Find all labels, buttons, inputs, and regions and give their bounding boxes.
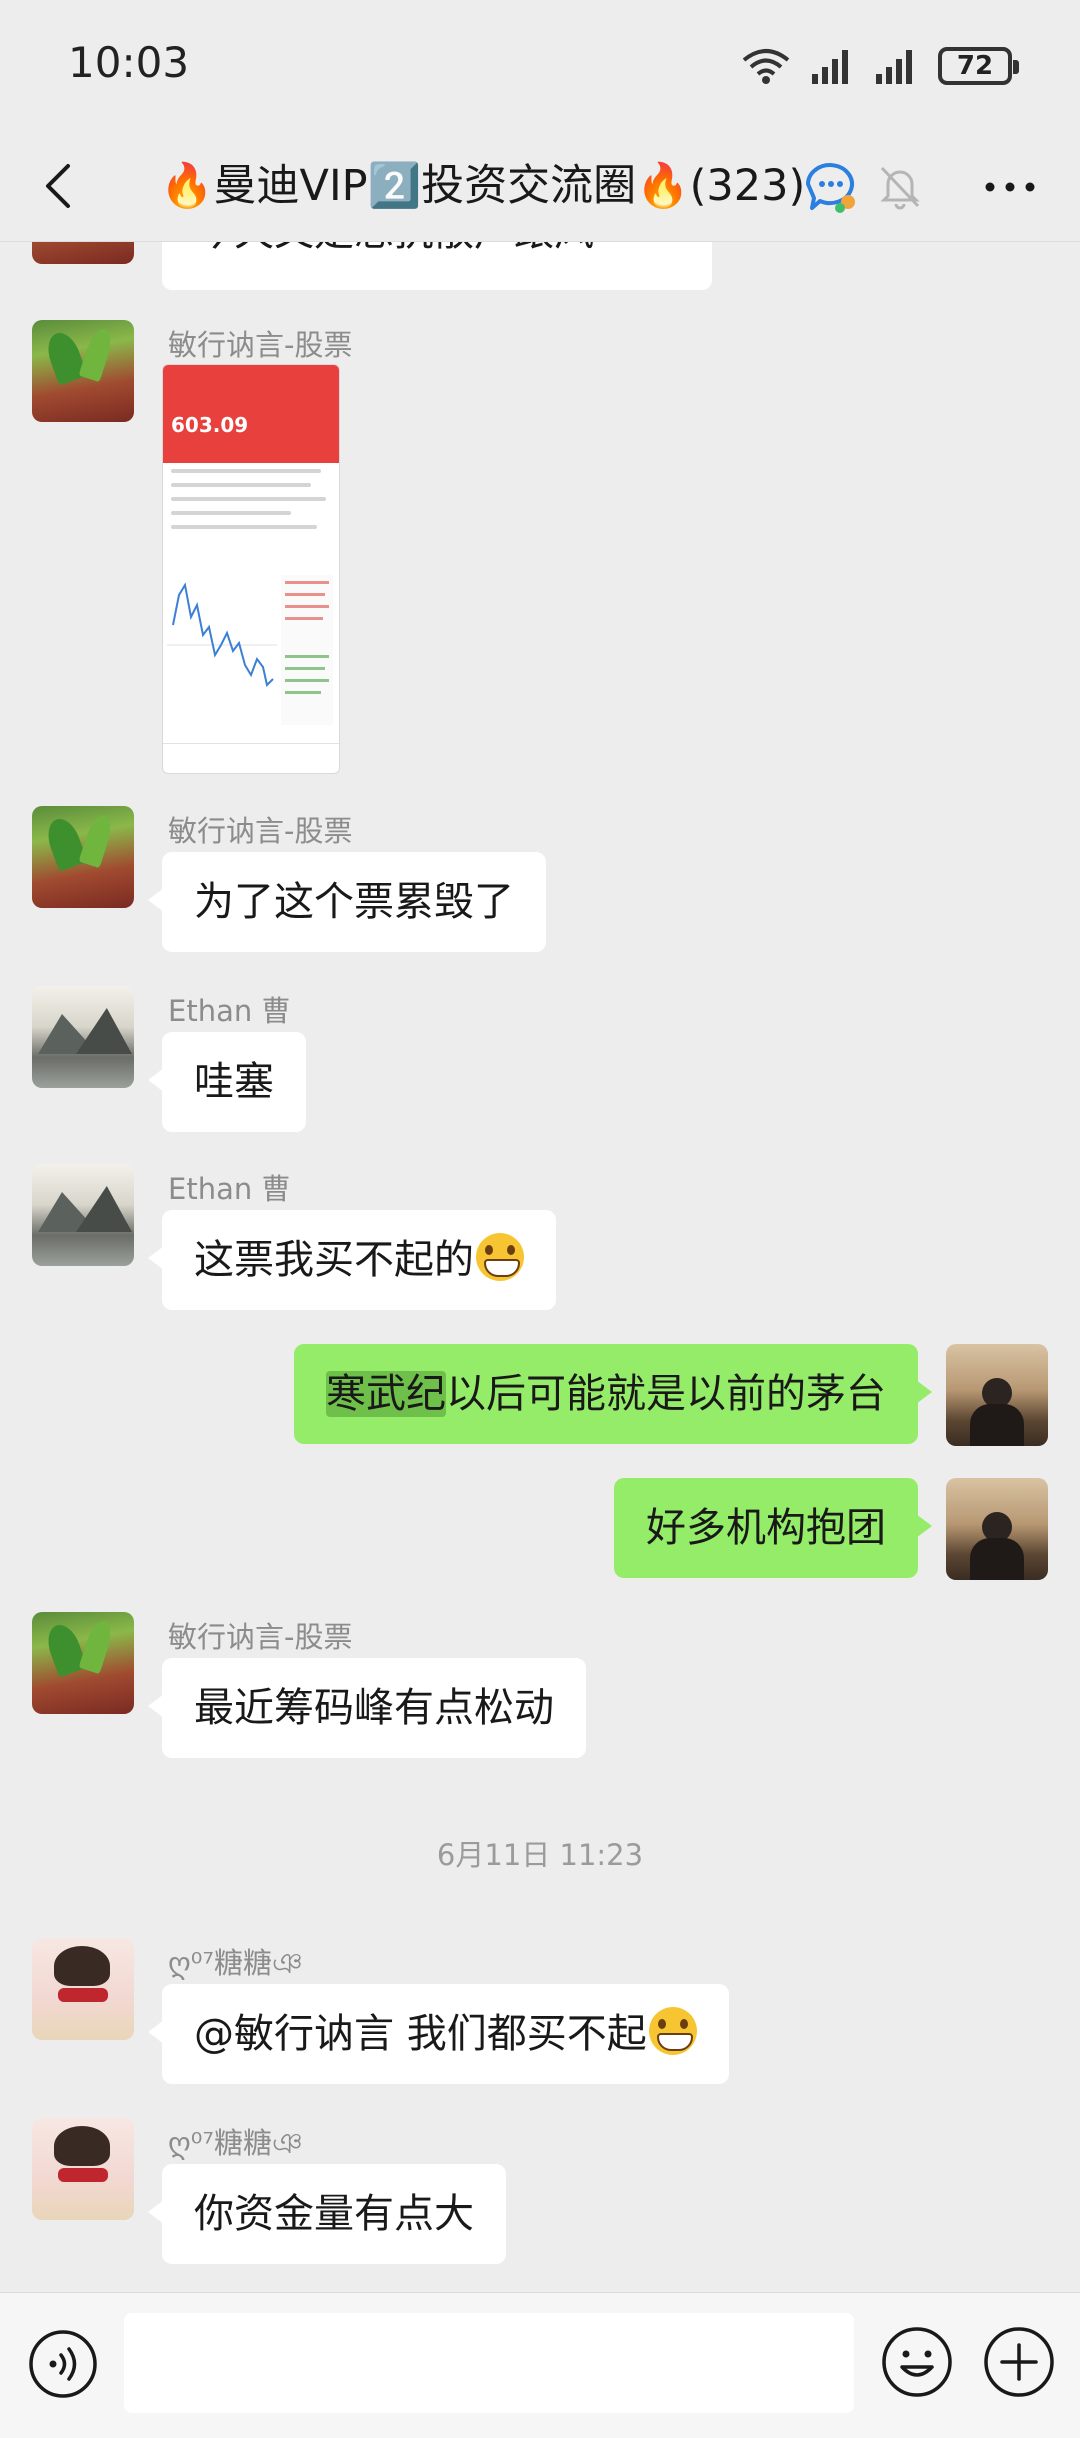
message-text: 今天又是想抗散户跟风 bbox=[194, 242, 594, 255]
avatar-self[interactable] bbox=[946, 1344, 1048, 1446]
sender-name: 敏行讷言-股票 bbox=[168, 814, 353, 848]
stock-chart bbox=[167, 575, 333, 725]
avatar[interactable] bbox=[32, 1612, 134, 1714]
message-bubble-self[interactable]: 寒武纪以后可能就是以前的茅台 bbox=[294, 1344, 932, 1444]
avatar[interactable] bbox=[32, 986, 134, 1088]
message-text: @敏行讷言 我们都买不起 bbox=[194, 2011, 647, 2057]
grin-emoji-icon bbox=[648, 2007, 697, 2055]
message-bubble[interactable]: 为了这个票累毁了 bbox=[148, 852, 546, 952]
wifi-icon bbox=[742, 49, 790, 84]
sender-name: 敏行讷言-股票 bbox=[168, 328, 353, 362]
message-list[interactable]: 今天又是想抗散户跟风 敏行讷言-股票 603.09 敏行讷言-股票 为了这个票累… bbox=[0, 242, 1080, 2292]
sender-name: Ethan 曹 bbox=[168, 1172, 291, 1206]
stock-header: 603.09 bbox=[163, 365, 339, 463]
avatar[interactable] bbox=[32, 2118, 134, 2220]
stock-price: 603.09 bbox=[171, 413, 249, 437]
sender-name: ღ⁰⁷糖糖ঞ bbox=[168, 2126, 303, 2160]
status-time: 10:03 bbox=[68, 38, 190, 87]
message-bubble[interactable]: 最近筹码峰有点松动 bbox=[148, 1658, 586, 1758]
highlighted-text[interactable]: 寒武纪 bbox=[326, 1371, 446, 1417]
mute-bell-icon bbox=[880, 166, 920, 210]
emoji-icon[interactable] bbox=[880, 2325, 954, 2399]
message-text: 以后可能就是以前的茅台 bbox=[446, 1371, 886, 1417]
chat-header: 🔥曼迪VIP2️⃣投资交流圈🔥(323) bbox=[0, 130, 1080, 242]
message-text: 你资金量有点大 bbox=[194, 2191, 474, 2237]
message-bubble-self[interactable]: 好多机构抱团 bbox=[614, 1478, 932, 1578]
sender-name: ღ⁰⁷糖糖ঞ bbox=[168, 1946, 303, 1980]
group-chat-icon[interactable] bbox=[802, 158, 860, 216]
avatar-self[interactable] bbox=[946, 1478, 1048, 1580]
sender-name: 敏行讷言-股票 bbox=[168, 1620, 353, 1654]
stock-tabbar bbox=[163, 743, 339, 773]
avatar[interactable] bbox=[32, 320, 134, 422]
avatar[interactable] bbox=[32, 806, 134, 908]
avatar[interactable] bbox=[32, 1938, 134, 2040]
message-bubble[interactable]: 这票我买不起的 bbox=[148, 1210, 556, 1310]
battery-indicator: 72 bbox=[938, 47, 1019, 85]
chat-title: 🔥曼迪VIP2️⃣投资交流圈🔥(323) bbox=[160, 161, 806, 211]
message-bubble[interactable]: 哇塞 bbox=[148, 1032, 306, 1132]
voice-icon[interactable] bbox=[28, 2329, 98, 2399]
message-input[interactable] bbox=[124, 2313, 854, 2413]
message-bubble[interactable]: 你资金量有点大 bbox=[148, 2164, 506, 2264]
message-text: 为了这个票累毁了 bbox=[194, 879, 514, 925]
message-bubble[interactable]: @敏行讷言 我们都买不起 bbox=[148, 1984, 729, 2084]
more-icon[interactable] bbox=[974, 158, 1046, 216]
avatar[interactable] bbox=[32, 1164, 134, 1266]
back-icon[interactable] bbox=[28, 154, 92, 218]
sender-name: Ethan 曹 bbox=[168, 994, 291, 1028]
message-text: 最近筹码峰有点松动 bbox=[194, 1685, 554, 1731]
signal-icon-2 bbox=[876, 50, 912, 84]
grin-emoji-icon bbox=[476, 1233, 524, 1281]
message-text: 哇塞 bbox=[194, 1059, 274, 1105]
message-text: 好多机构抱团 bbox=[646, 1505, 886, 1551]
message-text: 这票我买不起的 bbox=[194, 1237, 474, 1283]
plus-icon[interactable] bbox=[982, 2325, 1056, 2399]
stock-table bbox=[171, 469, 331, 539]
input-bar bbox=[0, 2292, 1080, 2438]
image-message[interactable]: 603.09 bbox=[162, 364, 340, 774]
status-bar: 10:03 72 bbox=[0, 0, 1080, 130]
signal-icon bbox=[812, 50, 848, 84]
timestamp: 6月11日 11:23 bbox=[436, 1838, 644, 1872]
avatar[interactable] bbox=[32, 242, 134, 264]
message-bubble[interactable]: 今天又是想抗散户跟风 bbox=[162, 242, 712, 290]
status-icons: 72 bbox=[740, 44, 1019, 88]
